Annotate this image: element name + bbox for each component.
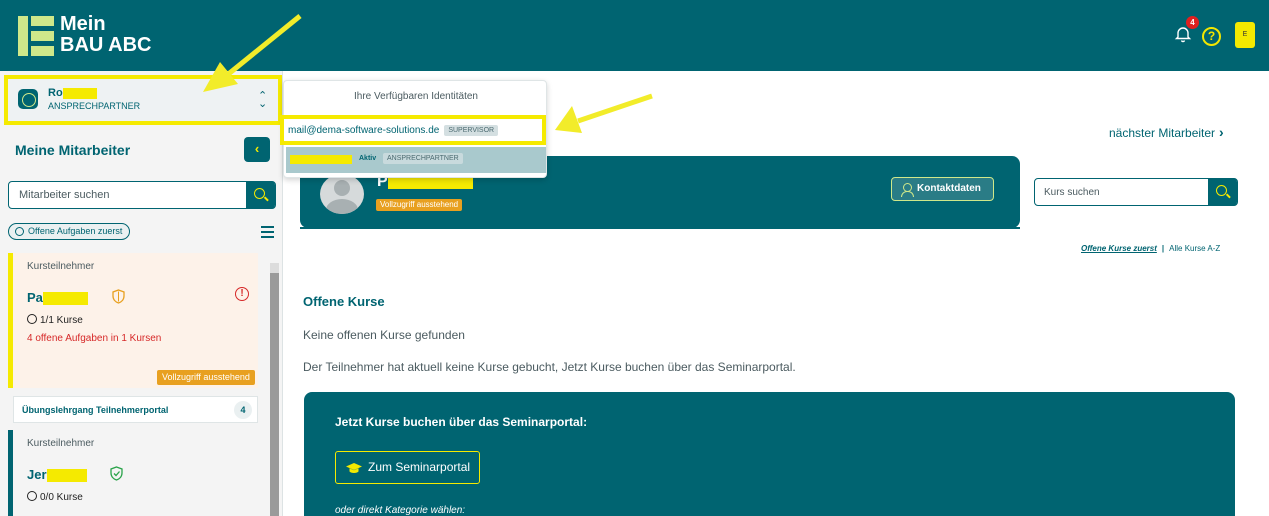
identity-name: Ro <box>48 87 97 99</box>
notification-count-badge: 4 <box>1186 16 1199 29</box>
identity-option-contact[interactable]: Aktiv ANSPRECHPARTNER <box>286 147 546 173</box>
check-circle-icon <box>27 314 37 324</box>
identity-dropdown-title: Ihre Verfügbaren Identitäten <box>354 91 478 102</box>
employee-search <box>8 181 276 209</box>
contact-details-button[interactable]: Kontaktdaten <box>891 177 994 201</box>
identity-dropdown: Ihre Verfügbaren Identitäten mail@dema-s… <box>280 80 547 178</box>
sort-open-first[interactable]: Offene Kurse zuerst <box>1081 244 1157 253</box>
check-circle-icon <box>27 491 37 501</box>
employee-card[interactable]: Kursteilnehmer Pa ! 1/1 Kurse 4 offene A… <box>8 253 258 388</box>
alert-icon: ! <box>235 287 249 301</box>
open-courses-heading: Offene Kurse <box>303 294 385 309</box>
identity-switcher[interactable]: Ro ANSPRECHPARTNER ⌃ ⌄ <box>4 75 282 125</box>
annotation-arrow <box>555 93 653 133</box>
next-employee-link[interactable]: nächster Mitarbeiter › <box>1109 124 1224 140</box>
sort-a-z[interactable]: Alle Kurse A-Z <box>1169 244 1220 253</box>
employee-course-count: 1/1 Kurse <box>27 314 83 326</box>
chevron-updown-icon: ⌃ ⌄ <box>258 90 268 110</box>
employee-type: Kursteilnehmer <box>27 261 95 272</box>
employee-list: Kursteilnehmer Pa ! 1/1 Kurse 4 offene A… <box>8 253 260 516</box>
redacted-name <box>290 155 352 164</box>
shield-icon <box>112 289 125 304</box>
employee-search-button[interactable] <box>246 181 275 209</box>
chevron-right-icon: › <box>1219 124 1224 140</box>
no-courses-text: Keine offenen Kurse gefunden <box>303 328 465 342</box>
seminar-portal-button[interactable]: Zum Seminarportal <box>335 451 480 484</box>
course-search <box>1034 178 1238 206</box>
employee-card[interactable]: Kursteilnehmer Jer 0/0 Kurse <box>8 430 258 516</box>
course-title: Übungslehrgang Teilnehmerportal <box>22 405 169 415</box>
logo-text: Mein BAU ABC <box>60 13 152 56</box>
top-bar: Mein BAU ABC 4 ? E <box>0 0 1269 71</box>
role-badge: ANSPRECHPARTNER <box>383 153 463 164</box>
collapse-sidebar-button[interactable]: ‹ <box>244 137 270 162</box>
sidebar: Ro ANSPRECHPARTNER ⌃ ⌄ Meine Mitarbeiter … <box>0 71 283 516</box>
employee-type: Kursteilnehmer <box>27 438 95 449</box>
app-logo[interactable]: Mein BAU ABC <box>18 14 158 60</box>
employee-course-count: 0/0 Kurse <box>27 491 83 503</box>
help-icon[interactable]: ? <box>1202 27 1221 46</box>
user-avatar[interactable]: E <box>1235 22 1255 48</box>
divider <box>300 227 1020 229</box>
sort-options: Offene Kurse zuerst | Alle Kurse A-Z <box>1081 244 1221 253</box>
info-text: Der Teilnehmer hat aktuell keine Kurse g… <box>303 360 796 374</box>
graduation-cap-icon <box>346 463 362 473</box>
category-hint: oder direkt Kategorie wählen: <box>335 505 466 516</box>
identity-option-supervisor[interactable]: mail@dema-software-solutions.de SUPERVISO… <box>280 115 546 145</box>
employee-course-row[interactable]: Übungslehrgang Teilnehmerportal 4 <box>13 396 258 423</box>
identity-email: mail@dema-software-solutions.de SUPERVISO… <box>288 125 499 136</box>
logo-mark-icon <box>18 16 54 56</box>
seminar-portal-panel: Jetzt Kurse buchen über das Seminarporta… <box>304 392 1235 516</box>
course-search-button[interactable] <box>1208 178 1237 206</box>
promo-title: Jetzt Kurse buchen über das Seminarporta… <box>335 415 588 429</box>
employee-name: Jer <box>27 467 87 483</box>
role-badge: SUPERVISOR <box>444 125 499 136</box>
identity-role: ANSPRECHPARTNER <box>48 101 141 111</box>
sidebar-title: Meine Mitarbeiter <box>15 142 131 158</box>
profile-access-badge: Vollzugriff ausstehend <box>376 199 463 211</box>
user-circle-icon <box>18 89 38 109</box>
shield-check-icon <box>110 466 123 481</box>
access-pending-badge: Vollzugriff ausstehend <box>157 370 255 385</box>
employee-list-scrollbar[interactable] <box>270 263 279 516</box>
employee-search-input[interactable] <box>9 182 247 208</box>
course-search-input[interactable] <box>1035 179 1209 205</box>
course-task-count: 4 <box>234 401 252 419</box>
filter-settings-icon[interactable] <box>261 225 274 238</box>
filter-chip-open-tasks[interactable]: Offene Aufgaben zuerst <box>8 223 131 240</box>
employee-open-tasks: 4 offene Aufgaben in 1 Kursen <box>27 333 162 344</box>
profile-avatar <box>320 174 364 214</box>
active-label: Aktiv <box>359 155 377 162</box>
employee-name: Pa <box>27 290 88 306</box>
